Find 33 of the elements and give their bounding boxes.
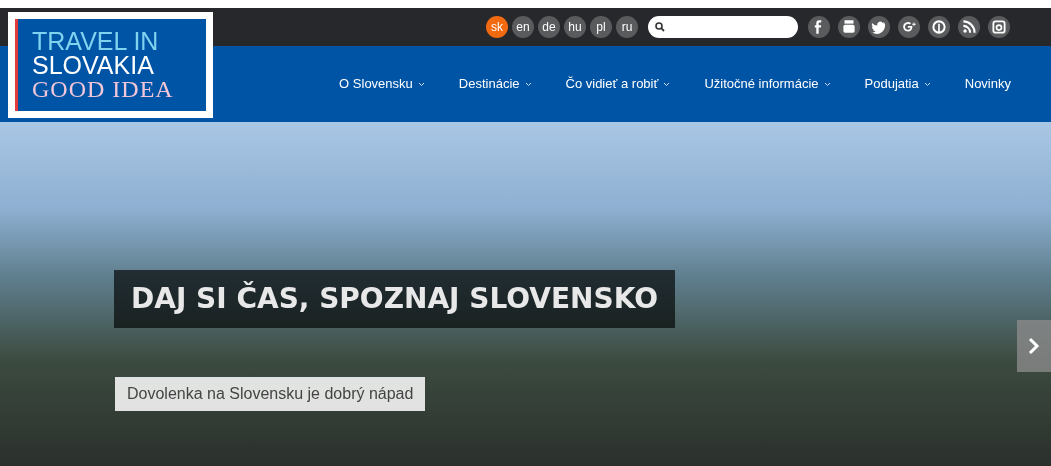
language-button[interactable]: pl: [590, 16, 612, 38]
caret-icon: [417, 81, 425, 87]
logo[interactable]: TRAVEL IN SLOVAKIA GOOD IDEA: [8, 12, 213, 118]
nav-link[interactable]: Užitočné informácie: [704, 74, 831, 94]
caret-icon: [823, 81, 831, 87]
caret-icon: [524, 81, 532, 87]
hero-title: DAJ SI ČAS, SPOZNAJ SLOVENSKO: [114, 270, 675, 328]
search-icon: [655, 22, 665, 32]
nav-link[interactable]: O Slovensku: [339, 74, 425, 94]
nav-link[interactable]: Podujatia: [864, 74, 931, 94]
instagram-icon: [990, 18, 1008, 36]
social-link[interactable]: [988, 16, 1010, 38]
language-button[interactable]: ru: [616, 16, 638, 38]
nav-link[interactable]: Destinácie: [458, 74, 532, 94]
logo-text: GOOD IDEA: [32, 77, 175, 101]
search-field[interactable]: [648, 16, 798, 38]
language-button[interactable]: hu: [564, 16, 586, 38]
nav-link[interactable]: Novinky: [964, 74, 1011, 94]
language-button[interactable]: en: [512, 16, 534, 38]
caret-icon: [663, 81, 671, 87]
logo-text: SLOVAKIA: [32, 53, 155, 77]
rss-icon: [960, 18, 978, 36]
logo-text: TRAVEL IN: [32, 29, 160, 53]
hero-subtitle: Dovolenka na Slovensku je dobrý nápad: [115, 377, 426, 411]
caret-icon: [923, 81, 931, 87]
social-link[interactable]: [808, 16, 830, 38]
social-link[interactable]: [958, 16, 980, 38]
social-link[interactable]: [868, 16, 890, 38]
chevron-right-icon: [1028, 337, 1040, 355]
social-link[interactable]: [898, 16, 920, 38]
language-button[interactable]: de: [538, 16, 560, 38]
nav-link[interactable]: Čo vidieť a robiť: [565, 74, 671, 94]
next-slide-button[interactable]: [1017, 320, 1051, 372]
